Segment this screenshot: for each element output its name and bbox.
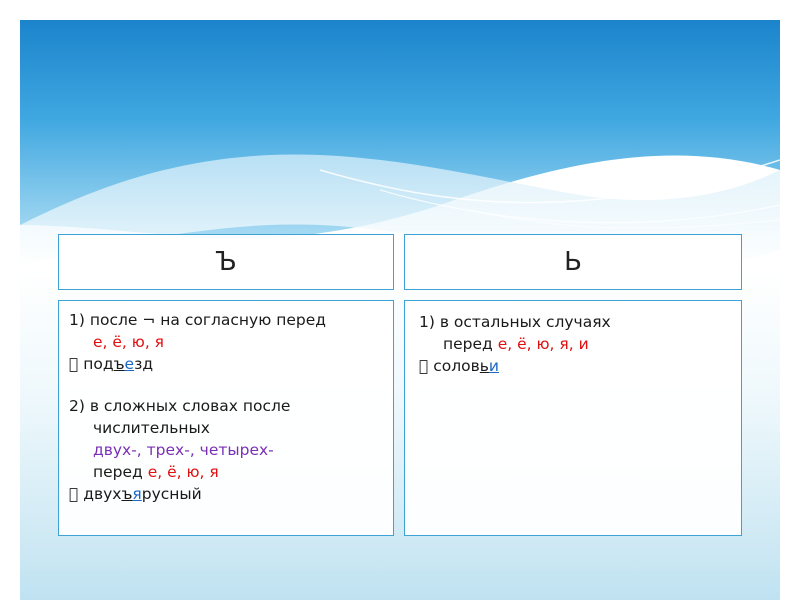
soft-rule-1-before: перед bbox=[443, 335, 498, 353]
soft-rule-1-letters-line: перед е, ё, ю, я, и bbox=[419, 333, 733, 355]
soft-sign-rules: 1) в остальных случаях перед е, ё, ю, я,… bbox=[404, 300, 742, 536]
example-1-vowel: е bbox=[125, 355, 135, 373]
rule-1-number: 1) bbox=[69, 311, 85, 329]
arrow-bullet-icon:  bbox=[419, 357, 428, 375]
soft-sign-header: Ь bbox=[404, 234, 742, 290]
soft-example-vowel: и bbox=[489, 357, 499, 375]
arrow-bullet-icon:  bbox=[69, 485, 78, 503]
soft-example-soft-sign: ь bbox=[480, 357, 489, 375]
rule-2-cont: числительных bbox=[93, 419, 210, 437]
hard-sign-header-label: Ъ bbox=[215, 247, 237, 277]
soft-rule-1-letters: е, ё, ю, я, и bbox=[497, 335, 589, 353]
rule-2-numerals-line: двух-, трех-, четырех- bbox=[69, 439, 385, 461]
soft-example:  соловьи bbox=[419, 355, 733, 377]
hard-sign-header: Ъ bbox=[58, 234, 394, 290]
example-1-hard-sign: ъ bbox=[114, 355, 125, 373]
hard-sign-rules: 1) после ¬ на согласную перед е, ё, ю, я… bbox=[58, 300, 394, 536]
arrow-bullet-icon:  bbox=[69, 355, 78, 373]
example-2-hard-sign: ъ bbox=[121, 485, 132, 503]
soft-rule-1: 1) в остальных случаях bbox=[419, 311, 733, 333]
rule-1-letters: е, ё, ю, я bbox=[93, 333, 165, 351]
rule-1-text: после ¬ на согласную перед bbox=[89, 311, 326, 329]
example-1-part-a: под bbox=[69, 355, 113, 373]
rule-2-text: 2) в сложных словах после bbox=[69, 397, 291, 415]
example-1:  подъезд bbox=[69, 353, 385, 375]
soft-example-part-a: солов bbox=[419, 357, 480, 375]
rule-2-before: перед bbox=[93, 463, 148, 481]
rule-2-numerals: двух-, трех-, четырех- bbox=[93, 441, 274, 459]
soft-sign-header-label: Ь bbox=[564, 247, 582, 277]
example-2-vowel: я bbox=[132, 485, 141, 503]
rule-2: 2) в сложных словах после bbox=[69, 395, 385, 417]
example-2-part-a: двух bbox=[69, 485, 121, 503]
rule-2-letters: е, ё, ю, я bbox=[147, 463, 219, 481]
soft-rule-1-text: 1) в остальных случаях bbox=[419, 313, 611, 331]
rule-2-cont-line: числительных bbox=[69, 417, 385, 439]
example-1-part-d: зд bbox=[119, 355, 153, 373]
rule-2-letters-line: перед е, ё, ю, я bbox=[69, 461, 385, 483]
slide: Ъ Ь 1) после ¬ на согласную перед е, ё, … bbox=[20, 20, 780, 600]
example-2:  двухъярусный bbox=[69, 483, 385, 505]
example-2-part-d: русный bbox=[127, 485, 202, 503]
rule-1: 1) после ¬ на согласную перед bbox=[69, 309, 385, 331]
rule-1-letters-line: е, ё, ю, я bbox=[69, 331, 385, 353]
